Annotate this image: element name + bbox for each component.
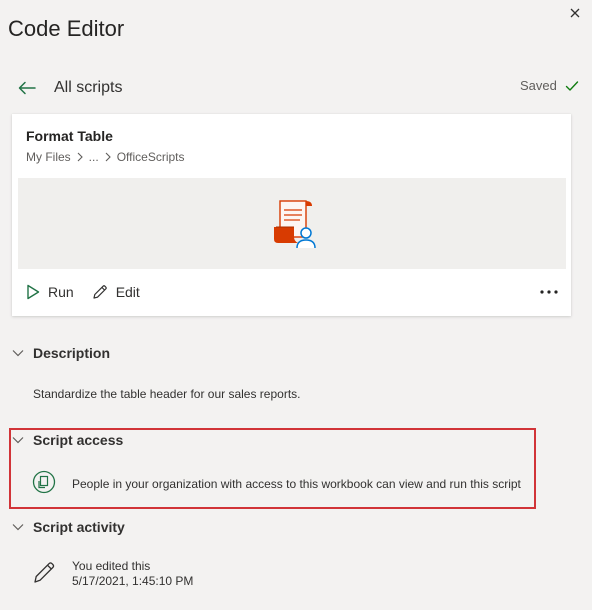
script-access-section-toggle[interactable]: Script access: [12, 432, 123, 448]
script-card: Format Table My Files ... OfficeScripts: [12, 114, 571, 316]
run-label: Run: [48, 284, 74, 300]
breadcrumb-item-my-files[interactable]: My Files: [26, 150, 71, 164]
page-title: Code Editor: [8, 16, 125, 41]
back-button[interactable]: [18, 79, 36, 97]
breadcrumb-item-officescripts[interactable]: OfficeScripts: [117, 150, 185, 164]
close-button[interactable]: [568, 6, 582, 20]
edit-button[interactable]: Edit: [92, 284, 140, 300]
script-access-text: People in your organization with access …: [72, 477, 521, 491]
script-activity-heading: Script activity: [33, 519, 125, 535]
chevron-right-icon: [104, 152, 112, 162]
chevron-down-icon: [12, 437, 24, 444]
description-section-toggle[interactable]: Description: [12, 345, 110, 361]
pencil-icon: [93, 285, 107, 299]
script-activity-section-toggle[interactable]: Script activity: [12, 519, 125, 535]
play-icon: [27, 284, 40, 300]
script-file-icon: [274, 200, 316, 249]
edit-label: Edit: [115, 284, 140, 300]
checkmark-icon: [565, 80, 579, 91]
script-actions: Run Edit: [26, 284, 158, 300]
script-access-heading: Script access: [33, 432, 124, 448]
chevron-down-icon: [12, 350, 24, 357]
pencil-icon: [34, 562, 55, 583]
activity-entry-time: 5/17/2021, 1:45:10 PM: [72, 574, 194, 588]
all-scripts-link[interactable]: All scripts: [54, 79, 122, 97]
save-status: Saved: [520, 78, 579, 93]
close-icon: [570, 8, 580, 18]
breadcrumb: My Files ... OfficeScripts: [26, 150, 185, 164]
breadcrumb-item-ellipsis[interactable]: ...: [89, 150, 99, 164]
back-arrow-icon: [18, 81, 36, 95]
chevron-down-icon: [12, 524, 24, 531]
description-heading: Description: [33, 345, 111, 361]
activity-entry-action: You edited this: [72, 559, 151, 573]
script-preview: [18, 178, 566, 269]
more-icon: [540, 290, 558, 294]
shared-script-icon: [32, 470, 56, 494]
description-text: Standardize the table header for our sal…: [33, 387, 301, 401]
chevron-right-icon: [76, 152, 84, 162]
run-button[interactable]: Run: [26, 284, 74, 300]
save-status-label: Saved: [520, 78, 557, 93]
back-navigation: All scripts: [18, 76, 122, 100]
more-options-button[interactable]: [538, 284, 560, 300]
script-name: Format Table: [26, 128, 113, 144]
